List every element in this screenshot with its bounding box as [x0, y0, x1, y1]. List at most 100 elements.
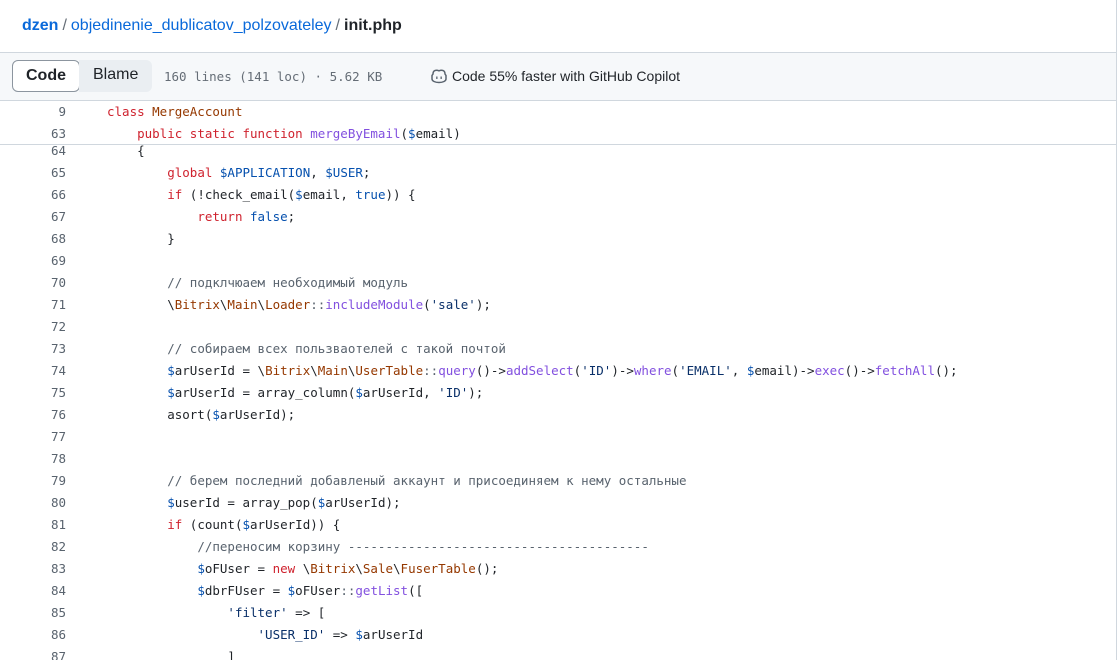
line-number[interactable]: 81 — [0, 514, 66, 536]
code-token: ([ — [408, 583, 424, 598]
code-token: ()-> — [475, 363, 506, 378]
code-token: query — [438, 363, 476, 378]
code-text: $arUserId = array_column($arUserId, 'ID'… — [107, 382, 483, 404]
code-token: return — [197, 209, 250, 224]
code-line: 9 class MergeAccount — [0, 101, 1116, 123]
line-number[interactable]: 76 — [0, 404, 66, 426]
code-token: // берем последний добавленый аккаунт и … — [167, 473, 687, 488]
line-number[interactable]: 65 — [0, 162, 66, 184]
code-token: $ — [355, 385, 363, 400]
code-token: :: — [310, 297, 326, 312]
line-number[interactable]: 72 — [0, 316, 66, 338]
line-number[interactable]: 9 — [0, 101, 66, 123]
code-token: email, — [302, 187, 356, 202]
code-token: false — [250, 209, 288, 224]
code-token: => [ — [287, 605, 326, 620]
code-line: 80 $userId = array_pop($arUserId); — [0, 492, 1116, 514]
code-token: $ — [212, 407, 220, 422]
code-text: ] — [107, 646, 235, 660]
sticky-scope-header: 9 class MergeAccount 63 public static func… — [0, 101, 1117, 145]
code-token: $USER — [325, 165, 363, 180]
line-number[interactable]: 78 — [0, 448, 66, 470]
code-text: 'USER_ID' => $arUserId — [107, 624, 424, 646]
code-token: $APPLICATION — [219, 165, 311, 180]
line-number[interactable]: 80 — [0, 492, 66, 514]
line-number[interactable]: 67 — [0, 206, 66, 228]
code-token: $ — [167, 363, 175, 378]
code-token: new — [272, 561, 303, 576]
code-text: class MergeAccount — [107, 101, 242, 123]
line-number[interactable]: 87 — [0, 646, 66, 660]
code-token: arUserId — [362, 627, 424, 642]
line-number[interactable]: 83 — [0, 558, 66, 580]
code-token: UserTable — [355, 363, 424, 378]
line-number[interactable]: 70 — [0, 272, 66, 294]
code-token: \ — [310, 363, 318, 378]
code-token: getList — [355, 583, 409, 598]
code-token: email)-> — [754, 363, 815, 378]
blame-tab[interactable]: Blame — [79, 60, 153, 92]
line-number[interactable]: 69 — [0, 250, 66, 272]
line-number[interactable]: 68 — [0, 228, 66, 250]
line-number[interactable]: 85 — [0, 602, 66, 624]
code-line: 68 } — [0, 228, 1116, 250]
code-token: if — [167, 187, 190, 202]
code-text: // подклчюаем необходимый модуль — [107, 272, 408, 294]
line-number[interactable]: 82 — [0, 536, 66, 558]
code-token: $ — [167, 495, 175, 510]
code-token: \ — [257, 297, 266, 312]
code-token: ( — [671, 363, 680, 378]
code-token: 'ID' — [438, 385, 469, 400]
code-line: 86 'USER_ID' => $arUserId — [0, 624, 1116, 646]
code-token: , — [310, 165, 326, 180]
code-token: $ — [295, 187, 303, 202]
line-number[interactable]: 66 — [0, 184, 66, 206]
code-line: 71 \Bitrix\Main\Loader::includeModule('s… — [0, 294, 1116, 316]
line-number[interactable]: 73 — [0, 338, 66, 360]
line-number[interactable]: 79 — [0, 470, 66, 492]
breadcrumb-folder-link[interactable]: objedinenie_dublicatov_polzovateley — [71, 17, 332, 34]
code-line: 66 if (!check_email($email, true)) { — [0, 184, 1116, 206]
line-number[interactable]: 64 — [0, 145, 66, 162]
copilot-icon — [431, 69, 447, 84]
code-line: 76 asort($arUserId); — [0, 404, 1116, 426]
breadcrumb-repo-link[interactable]: dzen — [22, 17, 58, 34]
code-token: } — [107, 231, 175, 246]
code-line: 83 $oFUser = new \Bitrix\Sale\FuserTable… — [0, 558, 1116, 580]
code-line: 73 // собираем всех пользваотелей с тако… — [0, 338, 1116, 360]
line-number[interactable]: 86 — [0, 624, 66, 646]
code-token: ); — [468, 385, 484, 400]
code-token: Main — [317, 363, 348, 378]
code-token: Bitrix — [310, 561, 356, 576]
code-line: 84 $dbrFUser = $oFUser::getList([ — [0, 580, 1116, 602]
line-number[interactable]: 63 — [0, 123, 66, 145]
code-token: // собираем всех пользваотелей с такой п… — [167, 341, 506, 356]
code-text: if (!check_email($email, true)) { — [107, 184, 416, 206]
copilot-promo-link[interactable]: Code 55% faster with GitHub Copilot — [430, 68, 680, 84]
code-tab[interactable]: Code — [12, 60, 80, 92]
code-token: { — [107, 145, 145, 158]
code-line: 75 $arUserId = array_column($arUserId, '… — [0, 382, 1116, 404]
code-token: ( — [400, 126, 409, 141]
line-number[interactable]: 75 — [0, 382, 66, 404]
code-token: $ — [408, 126, 416, 141]
code-token: )) { — [385, 187, 416, 202]
line-number[interactable]: 74 — [0, 360, 66, 382]
code-token: if — [167, 517, 190, 532]
code-token: :: — [423, 363, 439, 378]
line-number[interactable]: 71 — [0, 294, 66, 316]
line-number[interactable]: 84 — [0, 580, 66, 602]
code-text: public static function mergeByEmail($ema… — [107, 123, 461, 145]
code-text: \Bitrix\Main\Loader::includeModule('sale… — [107, 294, 491, 316]
file-header: dzen / objedinenie_dublicatov_polzovateley… — [0, 0, 1117, 52]
line-number[interactable]: 77 — [0, 426, 66, 448]
code-text: } — [107, 228, 175, 250]
